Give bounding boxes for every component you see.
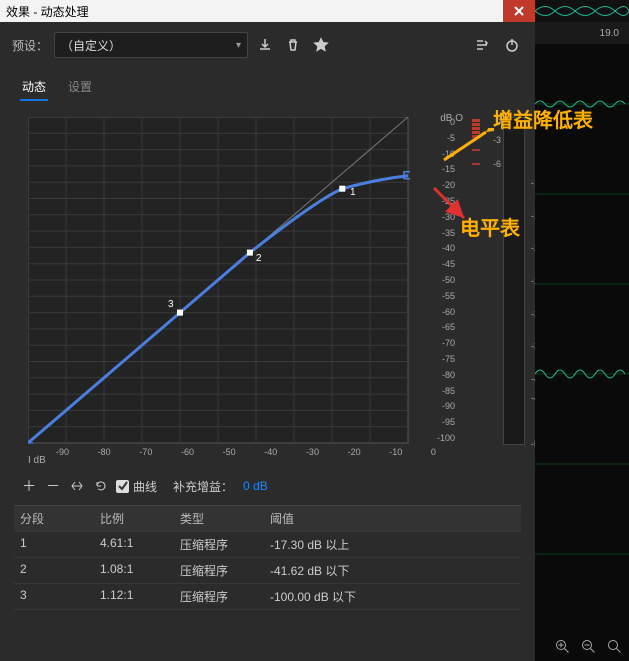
- add-point-button[interactable]: ＋: [20, 477, 38, 495]
- window-title: 效果 - 动态处理: [6, 3, 89, 20]
- spline-checkbox[interactable]: 曲线: [116, 478, 157, 495]
- save-preset-button[interactable]: [254, 34, 276, 56]
- track-waveform[interactable]: [535, 44, 629, 634]
- table-row[interactable]: 31.12:1压缩程序-100.00 dB 以下: [14, 584, 521, 610]
- effect-panel: 预设： （自定义） ▾: [0, 22, 536, 661]
- delete-preset-button[interactable]: [282, 34, 304, 56]
- svg-text:2: 2: [256, 253, 262, 264]
- flip-icon: [70, 479, 84, 493]
- reset-button[interactable]: [92, 477, 110, 495]
- zoom-fit-button[interactable]: [605, 637, 625, 657]
- svg-text:1: 1: [350, 187, 356, 198]
- download-icon: [257, 37, 273, 53]
- chevron-down-icon: ▾: [236, 40, 241, 51]
- makeup-gain-value[interactable]: 0 dB: [243, 479, 268, 493]
- dynamics-graph[interactable]: 3 2 1: [28, 117, 410, 449]
- time-ruler[interactable]: 19.0: [535, 22, 629, 44]
- tab-dynamics[interactable]: 动态: [20, 74, 48, 101]
- routing-icon: [474, 37, 490, 53]
- preset-dropdown[interactable]: （自定义） ▾: [54, 32, 248, 58]
- waveform-preview: [535, 0, 629, 22]
- zoom-out-icon: [581, 639, 597, 655]
- zoom-in-button[interactable]: [553, 637, 573, 657]
- remove-point-button[interactable]: －: [44, 477, 62, 495]
- table-header: 分段比例类型阈值: [14, 506, 521, 532]
- segments-table: 分段比例类型阈值 14.61:1压缩程序-17.30 dB 以上 21.08:1…: [14, 505, 521, 610]
- zoom-in-icon: [555, 639, 571, 655]
- timeline-pane: 19.0: [535, 22, 629, 661]
- spline-label: 曲线: [133, 478, 157, 495]
- table-row[interactable]: 14.61:1压缩程序-17.30 dB 以上: [14, 532, 521, 558]
- invert-button[interactable]: [68, 477, 86, 495]
- trash-icon: [285, 37, 301, 53]
- zoom-out-button[interactable]: [579, 637, 599, 657]
- window-titlebar[interactable]: 效果 - 动态处理: [0, 0, 535, 22]
- close-button[interactable]: [503, 0, 535, 22]
- makeup-gain-label: 补充增益：: [173, 478, 233, 495]
- zoom-fit-icon: [607, 639, 623, 655]
- x-axis-labels: -90-80-70-60-50-40-30-20-100: [28, 447, 436, 457]
- star-icon: [313, 37, 329, 53]
- table-row[interactable]: 21.08:1压缩程序-41.62 dB 以下: [14, 558, 521, 584]
- power-button[interactable]: [501, 34, 523, 56]
- routing-button[interactable]: [471, 34, 493, 56]
- level-meter: 0 -5 -10 -15 -20 -25 -30 -35 -40 -42 -50: [503, 117, 525, 445]
- tab-settings[interactable]: 设置: [66, 74, 94, 101]
- svg-text:3: 3: [168, 299, 174, 310]
- arrow-icon: [438, 128, 494, 168]
- check-icon: [118, 481, 128, 491]
- arrow-icon: [428, 182, 472, 226]
- favorite-button[interactable]: [310, 34, 332, 56]
- preset-value: （自定义）: [61, 37, 121, 54]
- reset-icon: [94, 479, 108, 493]
- power-icon: [504, 37, 520, 53]
- preset-label: 预设：: [12, 37, 48, 54]
